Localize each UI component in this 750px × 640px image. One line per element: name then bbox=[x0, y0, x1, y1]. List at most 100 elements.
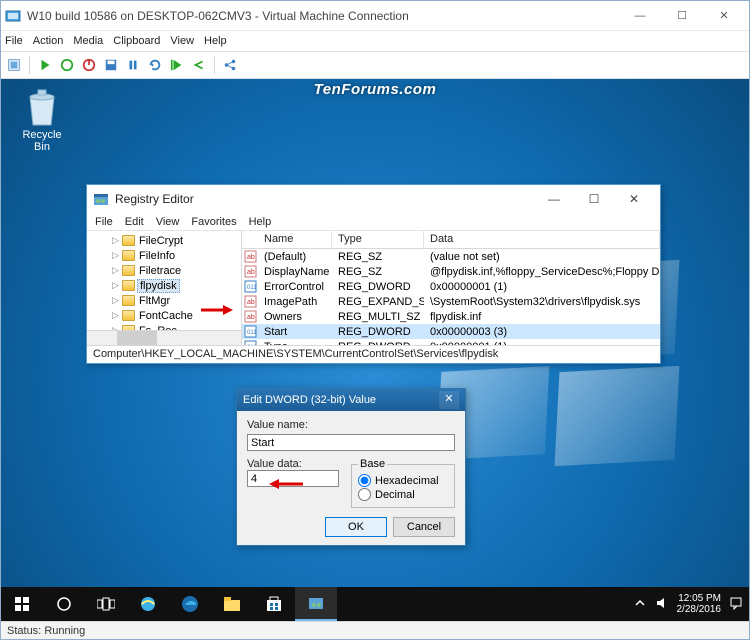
col-type[interactable]: Type bbox=[332, 231, 424, 248]
col-name[interactable]: Name bbox=[242, 231, 332, 248]
taskbar-regedit-button[interactable] bbox=[295, 587, 337, 621]
value-icon: 011 bbox=[242, 280, 258, 293]
recycle-bin-icon[interactable]: Recycle Bin bbox=[13, 87, 71, 153]
value-icon: ab bbox=[242, 250, 258, 263]
vm-guest-screen[interactable]: TenForums.com Recycle Bin Registry Edito… bbox=[1, 79, 749, 621]
regedit-menu-edit[interactable]: Edit bbox=[125, 216, 144, 228]
start-button[interactable] bbox=[1, 587, 43, 621]
base-legend: Base bbox=[358, 458, 387, 470]
ok-button[interactable]: OK bbox=[325, 517, 387, 537]
taskbar-ie-icon[interactable] bbox=[127, 587, 169, 621]
guest-taskbar[interactable]: 12:05 PM 2/28/2016 bbox=[1, 587, 749, 621]
regedit-title: Registry Editor bbox=[115, 192, 534, 206]
hex-label: Hexadecimal bbox=[375, 475, 439, 487]
expand-icon[interactable]: ▷ bbox=[111, 310, 120, 321]
expand-icon[interactable]: ▷ bbox=[111, 295, 120, 306]
tray-chevron-up-icon[interactable] bbox=[633, 596, 647, 613]
list-row[interactable]: 011ErrorControlREG_DWORD0x00000001 (1) bbox=[242, 279, 660, 294]
value-icon: ab bbox=[242, 310, 258, 323]
list-row[interactable]: abImagePathREG_EXPAND_SZ\SystemRoot\Syst… bbox=[242, 294, 660, 309]
recycle-bin-label: Recycle Bin bbox=[13, 129, 71, 153]
radio-dec[interactable] bbox=[358, 488, 371, 501]
expand-icon[interactable]: ▷ bbox=[111, 265, 120, 276]
vm-title: W10 build 10586 on DESKTOP-062CMV3 - Vir… bbox=[27, 9, 619, 23]
edit-dword-title: Edit DWORD (32-bit) Value bbox=[243, 394, 439, 406]
cell-name: Owners bbox=[258, 311, 332, 323]
value-data-label: Value data: bbox=[247, 458, 302, 470]
menu-action[interactable]: Action bbox=[33, 35, 64, 47]
cell-data: \SystemRoot\System32\drivers\flpydisk.sy… bbox=[424, 296, 660, 308]
menu-view[interactable]: View bbox=[170, 35, 194, 47]
expand-icon[interactable]: ▷ bbox=[111, 250, 120, 261]
regedit-titlebar[interactable]: Registry Editor — ☐ ✕ bbox=[87, 185, 660, 213]
turnoff-icon[interactable] bbox=[58, 56, 76, 74]
tree-item[interactable]: ▷FileCrypt bbox=[87, 233, 241, 248]
folder-icon bbox=[122, 235, 135, 246]
taskbar-explorer-icon[interactable] bbox=[211, 587, 253, 621]
cancel-button[interactable]: Cancel bbox=[393, 517, 455, 537]
vm-statusbar: Status: Running bbox=[1, 621, 749, 639]
tree-item[interactable]: ▷ Filetrace bbox=[87, 263, 241, 278]
tray-action-center-icon[interactable] bbox=[729, 596, 743, 613]
reset-icon[interactable] bbox=[146, 56, 164, 74]
regedit-maximize-button[interactable]: ☐ bbox=[574, 187, 614, 211]
shutdown-icon[interactable] bbox=[80, 56, 98, 74]
revert-icon[interactable] bbox=[190, 56, 208, 74]
value-name-input[interactable] bbox=[247, 434, 455, 451]
save-icon[interactable] bbox=[102, 56, 120, 74]
maximize-button[interactable]: ☐ bbox=[661, 2, 703, 30]
ctrl-alt-del-icon[interactable] bbox=[5, 56, 23, 74]
task-view-button[interactable] bbox=[85, 587, 127, 621]
menu-file[interactable]: File bbox=[5, 35, 23, 47]
list-row[interactable]: abOwnersREG_MULTI_SZflpydisk.inf bbox=[242, 309, 660, 324]
regedit-close-button[interactable]: ✕ bbox=[614, 187, 654, 211]
list-row[interactable]: abDisplayNameREG_SZ@flpydisk.inf,%floppy… bbox=[242, 264, 660, 279]
regedit-menu-view[interactable]: View bbox=[156, 216, 180, 228]
tray-volume-icon[interactable] bbox=[655, 596, 669, 613]
menu-clipboard[interactable]: Clipboard bbox=[113, 35, 160, 47]
pause-icon[interactable] bbox=[124, 56, 142, 74]
regedit-tree[interactable]: ▷FileCrypt▷FileInfo▷Filetrace▷flpydisk▷F… bbox=[87, 231, 242, 345]
tree-item[interactable]: ▷FileInfo bbox=[87, 248, 241, 263]
value-icon: ab bbox=[242, 265, 258, 278]
vm-menubar: File Action Media Clipboard View Help bbox=[1, 31, 749, 51]
registry-editor-window[interactable]: Registry Editor — ☐ ✕ File Edit View Fav… bbox=[86, 184, 661, 364]
svg-text:ab: ab bbox=[247, 299, 255, 306]
expand-icon[interactable]: ▷ bbox=[111, 280, 120, 291]
edit-dword-close-button[interactable]: ✕ bbox=[439, 391, 459, 409]
regedit-list[interactable]: Name Type Data ab(Default)REG_SZ(value n… bbox=[242, 231, 660, 345]
tray-clock[interactable]: 12:05 PM 2/28/2016 bbox=[677, 593, 722, 616]
edit-dword-titlebar[interactable]: Edit DWORD (32-bit) Value ✕ bbox=[237, 389, 465, 411]
svg-text:011: 011 bbox=[247, 285, 257, 291]
regedit-menu-file[interactable]: File bbox=[95, 216, 113, 228]
start-icon[interactable] bbox=[36, 56, 54, 74]
list-row[interactable]: 011StartREG_DWORD0x00000003 (3) bbox=[242, 324, 660, 339]
menu-help[interactable]: Help bbox=[204, 35, 227, 47]
taskbar-store-icon[interactable] bbox=[253, 587, 295, 621]
regedit-menu-favorites[interactable]: Favorites bbox=[191, 216, 236, 228]
regedit-minimize-button[interactable]: — bbox=[534, 187, 574, 211]
annotation-arrow-start-row bbox=[199, 304, 233, 316]
tree-item-label: Filetrace bbox=[137, 265, 183, 277]
close-button[interactable]: ✕ bbox=[703, 2, 745, 30]
system-tray[interactable]: 12:05 PM 2/28/2016 bbox=[627, 593, 750, 616]
regedit-menu-help[interactable]: Help bbox=[249, 216, 272, 228]
col-data[interactable]: Data bbox=[424, 231, 660, 248]
tree-scrollbar-x[interactable] bbox=[87, 330, 241, 345]
taskbar-edge-icon[interactable] bbox=[169, 587, 211, 621]
tree-item[interactable]: ▷flpydisk bbox=[87, 278, 241, 293]
radio-hex[interactable] bbox=[358, 474, 371, 487]
guest-desktop[interactable]: TenForums.com Recycle Bin Registry Edito… bbox=[1, 79, 749, 621]
minimize-button[interactable]: — bbox=[619, 2, 661, 30]
checkpoint-icon[interactable] bbox=[168, 56, 186, 74]
vm-titlebar[interactable]: W10 build 10586 on DESKTOP-062CMV3 - Vir… bbox=[1, 1, 749, 31]
status-value: Running bbox=[44, 625, 85, 637]
regedit-menubar: File Edit View Favorites Help bbox=[87, 213, 660, 231]
expand-icon[interactable]: ▷ bbox=[111, 235, 120, 246]
edit-dword-dialog[interactable]: Edit DWORD (32-bit) Value ✕ Value name: … bbox=[236, 388, 466, 546]
menu-media[interactable]: Media bbox=[73, 35, 103, 47]
cortana-search-button[interactable] bbox=[43, 587, 85, 621]
list-row[interactable]: ab(Default)REG_SZ(value not set) bbox=[242, 249, 660, 264]
regedit-list-header[interactable]: Name Type Data bbox=[242, 231, 660, 249]
share-icon[interactable] bbox=[221, 56, 239, 74]
